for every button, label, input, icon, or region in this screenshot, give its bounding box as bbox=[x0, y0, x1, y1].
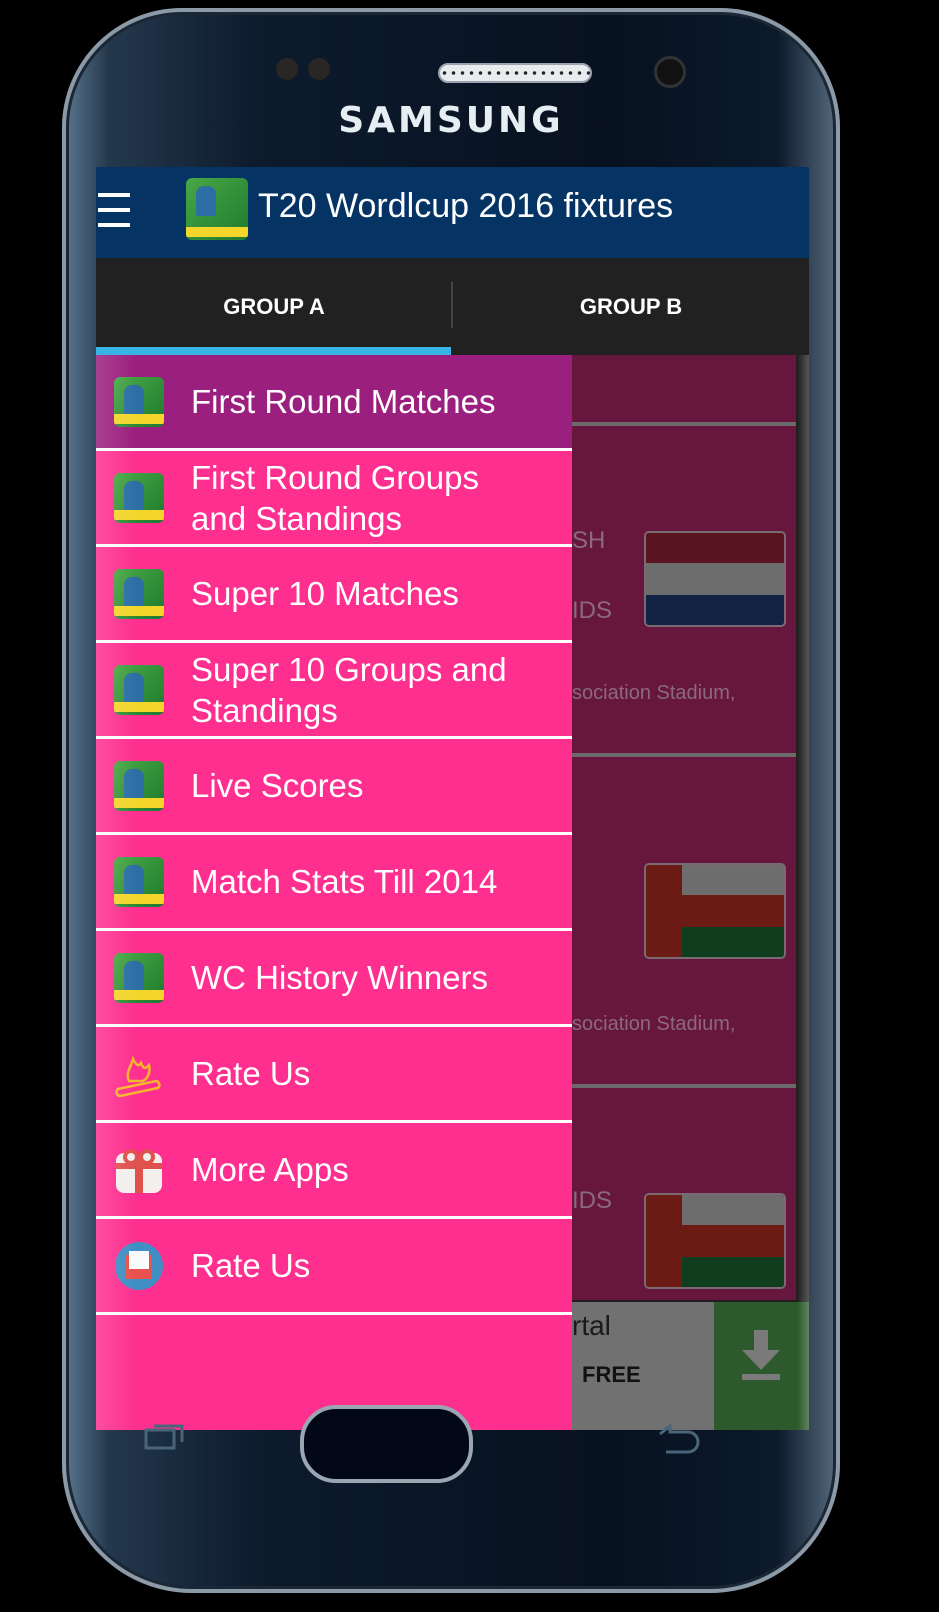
app-screen: T20 Wordlcup 2016 fixtures GROUP A GROUP… bbox=[96, 167, 809, 1430]
drawer-item-live-scores[interactable]: Live Scores bbox=[96, 739, 572, 835]
download-button[interactable] bbox=[714, 1302, 809, 1430]
drawer-item-label: WC History Winners bbox=[191, 959, 489, 996]
edge-shade bbox=[797, 355, 809, 1430]
earpiece-icon bbox=[438, 63, 592, 83]
tab-group-b[interactable]: GROUP B bbox=[453, 258, 809, 355]
drawer-item-match-stats[interactable]: Match Stats Till 2014 bbox=[96, 835, 572, 931]
drawer-item-label: Rate Us bbox=[191, 1055, 311, 1092]
drawer-item-label: Rate Us bbox=[191, 1247, 311, 1284]
team-name: IDS bbox=[572, 597, 613, 624]
drawer-item-label: Super 10 Matches bbox=[191, 575, 459, 612]
drawer-item-super-10-matches[interactable]: Super 10 Matches bbox=[96, 547, 572, 643]
drawer-item-first-round-matches[interactable]: First Round Matches bbox=[96, 355, 572, 451]
tab-group-a[interactable]: GROUP A bbox=[96, 258, 452, 355]
drawer-item-label: First Round Groups and Standings bbox=[191, 458, 479, 537]
drawer-item-label: More Apps bbox=[191, 1151, 349, 1188]
tab-bar: GROUP A GROUP B bbox=[96, 258, 809, 355]
app-title: T20 Wordlcup 2016 fixtures bbox=[258, 187, 674, 225]
oman-flag bbox=[644, 863, 786, 959]
team-name: SH bbox=[572, 527, 606, 554]
sensor-icon bbox=[308, 58, 330, 80]
drawer-item-label: Live Scores bbox=[191, 767, 364, 804]
drawer-item-rate-us-mail[interactable]: Rate Us bbox=[96, 1219, 572, 1315]
sensor-icon bbox=[276, 58, 298, 80]
venue-text: sociation Stadium, bbox=[572, 682, 736, 704]
drawer-item-label: Super 10 Groups and Standings bbox=[191, 650, 507, 729]
cricket-logo-icon bbox=[186, 178, 248, 240]
team-name: IDS bbox=[572, 1187, 613, 1214]
device-brand: SAMSUNG bbox=[338, 100, 564, 141]
drawer-item-super-10-groups[interactable]: Super 10 Groups and Standings bbox=[96, 643, 572, 739]
front-camera-icon bbox=[654, 56, 686, 88]
navigation-drawer: First Round Matches First Round Groups an… bbox=[96, 355, 572, 1430]
ad-cta[interactable]: FREE bbox=[582, 1362, 641, 1388]
back-icon[interactable] bbox=[656, 1424, 700, 1456]
tab-indicator bbox=[96, 347, 451, 355]
edge-shade bbox=[96, 355, 136, 1430]
drawer-item-label: First Round Matches bbox=[191, 383, 496, 420]
drawer-item-first-round-groups[interactable]: First Round Groups and Standings bbox=[96, 451, 572, 547]
venue-text: sociation Stadium, bbox=[572, 1013, 736, 1035]
netherlands-flag bbox=[644, 531, 786, 627]
hamburger-icon[interactable] bbox=[98, 193, 130, 229]
drawer-item-wc-history[interactable]: WC History Winners bbox=[96, 931, 572, 1027]
drawer-item-more-apps[interactable]: More Apps bbox=[96, 1123, 572, 1219]
oman-flag bbox=[644, 1193, 786, 1289]
drawer-item-rate-us[interactable]: Rate Us bbox=[96, 1027, 572, 1123]
home-button[interactable] bbox=[300, 1405, 473, 1483]
app-bar: T20 Wordlcup 2016 fixtures bbox=[96, 167, 809, 258]
ad-text: rtal bbox=[572, 1310, 611, 1341]
download-icon bbox=[742, 1330, 780, 1380]
drawer-item-label: Match Stats Till 2014 bbox=[191, 863, 498, 900]
recent-apps-icon[interactable] bbox=[144, 1422, 184, 1450]
